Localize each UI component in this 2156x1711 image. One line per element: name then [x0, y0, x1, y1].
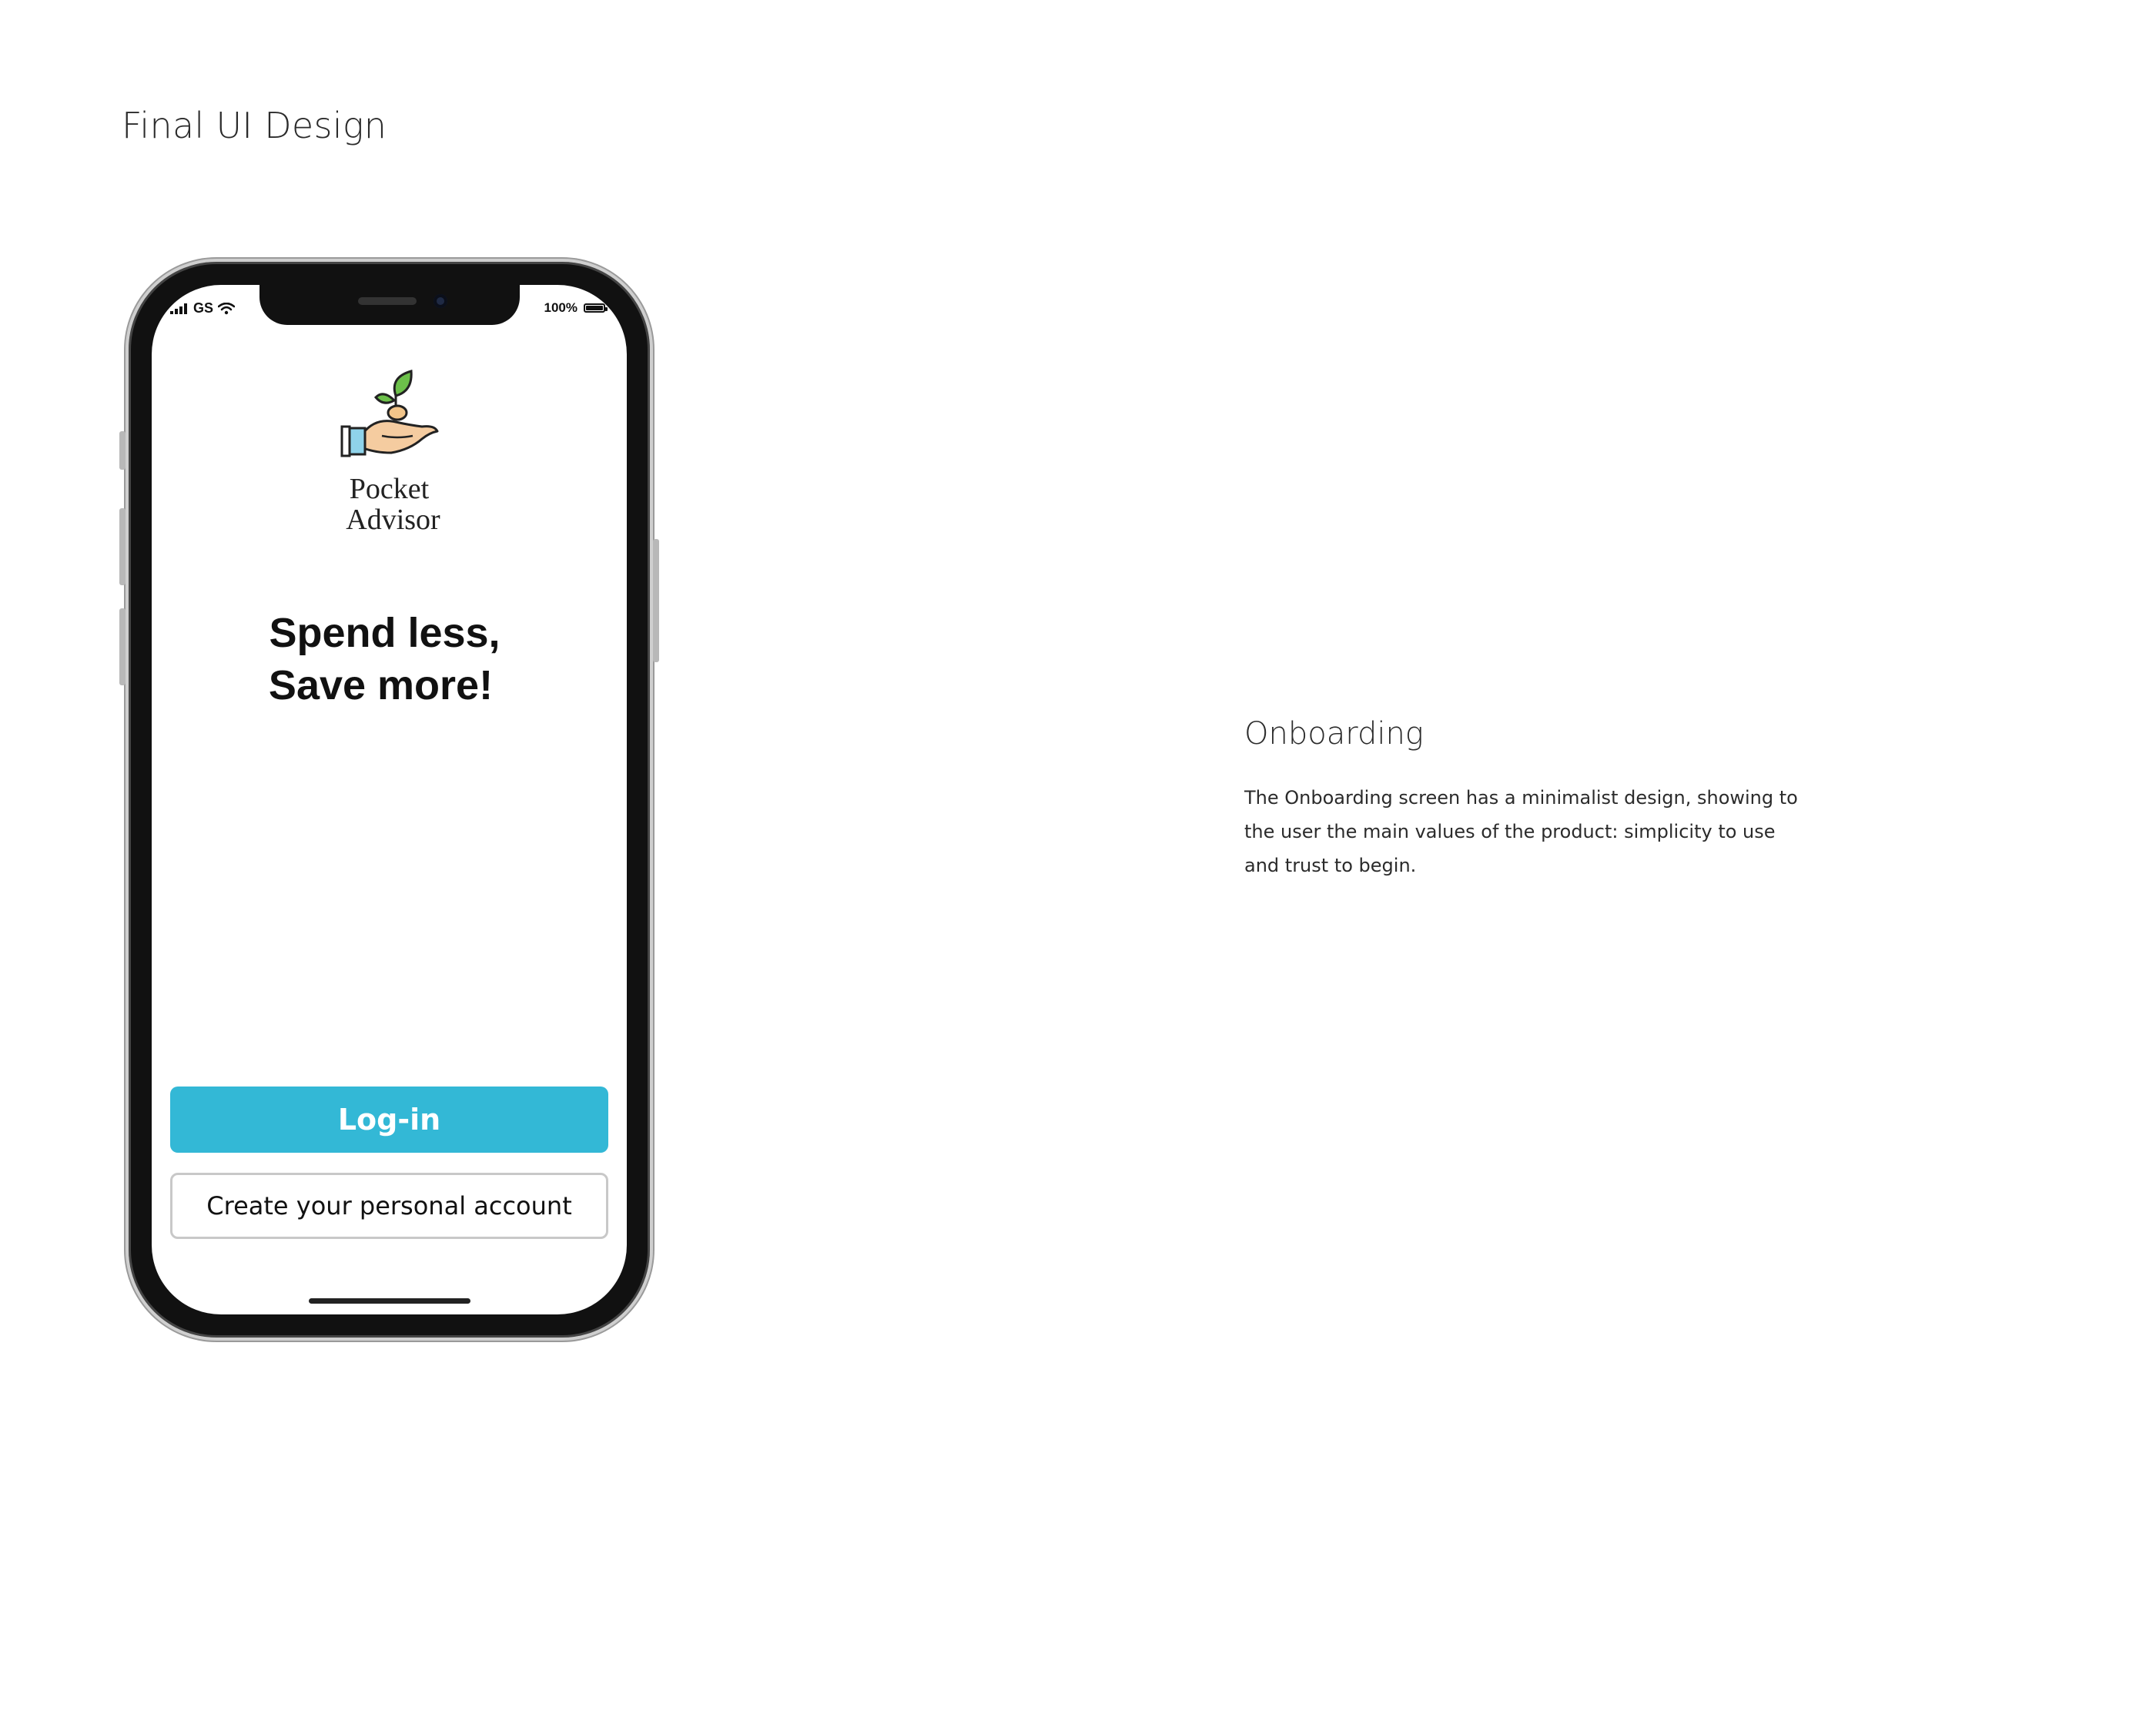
- description-title: Onboarding: [1244, 716, 1424, 752]
- wifi-icon: [218, 302, 236, 314]
- phone-mute-switch: [119, 431, 126, 470]
- speaker-grille: [358, 297, 417, 305]
- phone-volume-down-button: [119, 608, 126, 685]
- front-camera: [434, 294, 447, 308]
- page-title: Final UI Design: [122, 105, 387, 146]
- app-logo: Pocket Advisor: [152, 362, 627, 535]
- login-button[interactable]: Log-in: [170, 1087, 608, 1153]
- tagline-line-1: Spend less,: [269, 610, 500, 656]
- carrier-label: GS: [193, 300, 214, 316]
- logo-line-1: Pocket: [349, 473, 430, 505]
- logo-line-2: Advisor: [346, 504, 440, 536]
- phone-screen: GS 100% Pocket Advisor Spend less, Save …: [152, 285, 627, 1314]
- battery-percent: 100%: [544, 300, 578, 315]
- phone-volume-up-button: [119, 508, 126, 585]
- hand-holding-sprout-icon: [340, 370, 438, 457]
- battery-icon: [584, 303, 608, 313]
- screen-description: Onboarding The Onboarding screen has a m…: [1244, 716, 1799, 882]
- status-bar-left: GS: [170, 300, 236, 316]
- onboarding-tagline: Spend less, Save more!: [152, 607, 627, 712]
- home-indicator[interactable]: [308, 1298, 470, 1304]
- create-account-button[interactable]: Create your personal account: [170, 1173, 608, 1239]
- tagline-line-2: Save more!: [268, 662, 494, 708]
- phone-notch: [259, 285, 520, 325]
- status-bar-right: 100%: [544, 300, 608, 316]
- description-body: The Onboarding screen has a minimalist d…: [1244, 787, 1798, 876]
- phone-power-button: [653, 539, 659, 662]
- signal-icon: [170, 303, 187, 314]
- logo-wordmark: Pocket Advisor: [152, 474, 627, 535]
- phone-mockup: GS 100% Pocket Advisor Spend less, Save …: [119, 259, 659, 1341]
